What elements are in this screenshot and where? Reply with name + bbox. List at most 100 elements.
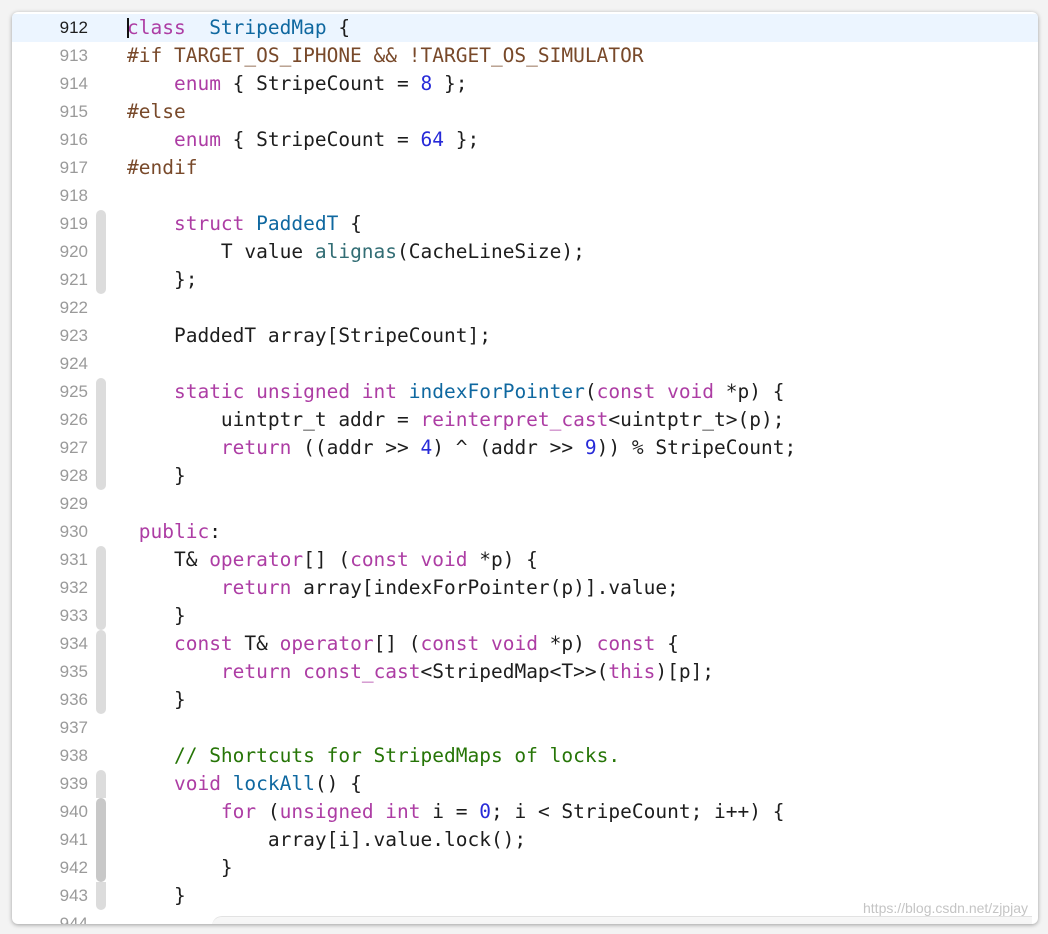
code-text[interactable]: PaddedT array[StripeCount]; xyxy=(127,322,491,350)
code-text[interactable]: } xyxy=(127,462,186,490)
code-line[interactable]: 940 for (unsigned int i = 0; i < StripeC… xyxy=(12,798,1038,826)
code-fold-ribbon[interactable] xyxy=(96,602,106,630)
code-fold-ribbon[interactable] xyxy=(96,574,106,602)
code-line[interactable]: 936 } xyxy=(12,686,1038,714)
code-line[interactable]: 921 }; xyxy=(12,266,1038,294)
code-line[interactable]: 935 return const_cast<StripedMap<T>>(thi… xyxy=(12,658,1038,686)
line-number[interactable]: 941 xyxy=(12,826,88,854)
code-text[interactable]: } xyxy=(127,854,233,882)
code-fold-ribbon[interactable] xyxy=(96,686,106,714)
code-line[interactable]: 920 T value alignas(CacheLineSize); xyxy=(12,238,1038,266)
line-number[interactable]: 930 xyxy=(12,518,88,546)
code-line[interactable]: 930 public: xyxy=(12,518,1038,546)
code-fold-ribbon[interactable] xyxy=(96,546,106,574)
code-line[interactable]: 925 static unsigned int indexForPointer(… xyxy=(12,378,1038,406)
code-line[interactable]: 937 xyxy=(12,714,1038,742)
code-text[interactable]: return array[indexForPointer(p)].value; xyxy=(127,574,679,602)
code-line[interactable]: 932 return array[indexForPointer(p)].val… xyxy=(12,574,1038,602)
line-number[interactable]: 918 xyxy=(12,182,88,210)
code-text[interactable]: void lockAll() { xyxy=(127,770,362,798)
code-line[interactable]: 927 return ((addr >> 4) ^ (addr >> 9)) %… xyxy=(12,434,1038,462)
line-number[interactable]: 921 xyxy=(12,266,88,294)
code-fold-ribbon[interactable] xyxy=(96,210,106,238)
line-number[interactable]: 914 xyxy=(12,70,88,98)
code-line[interactable]: 926 uintptr_t addr = reinterpret_cast<ui… xyxy=(12,406,1038,434)
line-number[interactable]: 922 xyxy=(12,294,88,322)
code-editor[interactable]: 912 class StripedMap { 913 #if TARGET_OS_IP… xyxy=(12,12,1038,924)
code-line[interactable]: 923 PaddedT array[StripeCount]; xyxy=(12,322,1038,350)
code-line[interactable]: 915 #else xyxy=(12,98,1038,126)
line-number[interactable]: 944 xyxy=(12,910,88,924)
line-number[interactable]: 940 xyxy=(12,798,88,826)
code-text[interactable]: #endif xyxy=(127,154,197,182)
code-text[interactable]: static unsigned int indexForPointer(cons… xyxy=(127,378,785,406)
line-number[interactable]: 938 xyxy=(12,742,88,770)
code-line[interactable]: 912 class StripedMap { xyxy=(12,14,1038,42)
code-fold-ribbon[interactable] xyxy=(96,826,106,854)
line-number[interactable]: 923 xyxy=(12,322,88,350)
code-text[interactable]: struct PaddedT { xyxy=(127,210,362,238)
code-text[interactable]: // Shortcuts for StripedMaps of locks. xyxy=(127,742,620,770)
code-text[interactable]: public: xyxy=(127,518,221,546)
code-fold-ribbon[interactable] xyxy=(96,798,106,826)
code-text[interactable]: const T& operator[] (const void *p) cons… xyxy=(127,630,679,658)
code-text[interactable]: return const_cast<StripedMap<T>>(this)[p… xyxy=(127,658,714,686)
line-number[interactable]: 916 xyxy=(12,126,88,154)
code-fold-ribbon[interactable] xyxy=(96,462,106,490)
code-text[interactable]: return ((addr >> 4) ^ (addr >> 9)) % Str… xyxy=(127,434,796,462)
code-fold-ribbon[interactable] xyxy=(96,630,106,658)
code-line[interactable]: 933 } xyxy=(12,602,1038,630)
line-number[interactable]: 912 xyxy=(12,14,88,42)
line-number[interactable]: 931 xyxy=(12,546,88,574)
code-line[interactable]: 914 enum { StripeCount = 8 }; xyxy=(12,70,1038,98)
line-number[interactable]: 943 xyxy=(12,882,88,910)
code-fold-ribbon[interactable] xyxy=(96,378,106,406)
line-number[interactable]: 939 xyxy=(12,770,88,798)
code-fold-ribbon[interactable] xyxy=(96,238,106,266)
line-number[interactable]: 929 xyxy=(12,490,88,518)
code-text[interactable]: for (unsigned int i = 0; i < StripeCount… xyxy=(127,798,785,826)
code-line[interactable]: 942 } xyxy=(12,854,1038,882)
code-line[interactable]: 924 xyxy=(12,350,1038,378)
code-line[interactable]: 917 #endif xyxy=(12,154,1038,182)
line-number[interactable]: 936 xyxy=(12,686,88,714)
code-text[interactable]: array[i].value.lock(); xyxy=(127,826,526,854)
code-line[interactable]: 928 } xyxy=(12,462,1038,490)
code-fold-ribbon[interactable] xyxy=(96,854,106,882)
code-line[interactable]: 918 xyxy=(12,182,1038,210)
line-number[interactable]: 927 xyxy=(12,434,88,462)
code-text[interactable]: uintptr_t addr = reinterpret_cast<uintpt… xyxy=(127,406,785,434)
code-line[interactable]: 913 #if TARGET_OS_IPHONE && !TARGET_OS_SI… xyxy=(12,42,1038,70)
line-number[interactable]: 920 xyxy=(12,238,88,266)
line-number[interactable]: 913 xyxy=(12,42,88,70)
line-number[interactable]: 915 xyxy=(12,98,88,126)
code-text[interactable]: enum { StripeCount = 64 }; xyxy=(127,126,479,154)
line-number[interactable]: 917 xyxy=(12,154,88,182)
code-fold-ribbon[interactable] xyxy=(96,406,106,434)
code-line[interactable]: 919 struct PaddedT { xyxy=(12,210,1038,238)
line-number[interactable]: 937 xyxy=(12,714,88,742)
code-fold-ribbon[interactable] xyxy=(96,266,106,294)
line-number[interactable]: 919 xyxy=(12,210,88,238)
code-line[interactable]: 939 void lockAll() { xyxy=(12,770,1038,798)
code-text[interactable]: class StripedMap { xyxy=(127,14,350,42)
line-number[interactable]: 935 xyxy=(12,658,88,686)
code-fold-ribbon[interactable] xyxy=(96,658,106,686)
code-text[interactable]: T value alignas(CacheLineSize); xyxy=(127,238,585,266)
code-text[interactable]: #if TARGET_OS_IPHONE && !TARGET_OS_SIMUL… xyxy=(127,42,644,70)
code-fold-ribbon[interactable] xyxy=(96,770,106,798)
code-line[interactable]: 934 const T& operator[] (const void *p) … xyxy=(12,630,1038,658)
code-text[interactable]: } xyxy=(127,686,186,714)
code-text[interactable]: } xyxy=(127,602,186,630)
line-number[interactable]: 942 xyxy=(12,854,88,882)
code-line[interactable]: 929 xyxy=(12,490,1038,518)
line-number[interactable]: 924 xyxy=(12,350,88,378)
code-text[interactable]: enum { StripeCount = 8 }; xyxy=(127,70,468,98)
line-number[interactable]: 934 xyxy=(12,630,88,658)
code-line[interactable]: 931 T& operator[] (const void *p) { xyxy=(12,546,1038,574)
code-text[interactable]: } xyxy=(127,882,186,910)
code-line[interactable]: 938 // Shortcuts for StripedMaps of lock… xyxy=(12,742,1038,770)
code-fold-ribbon[interactable] xyxy=(96,882,106,910)
line-number[interactable]: 925 xyxy=(12,378,88,406)
code-line[interactable]: 941 array[i].value.lock(); xyxy=(12,826,1038,854)
